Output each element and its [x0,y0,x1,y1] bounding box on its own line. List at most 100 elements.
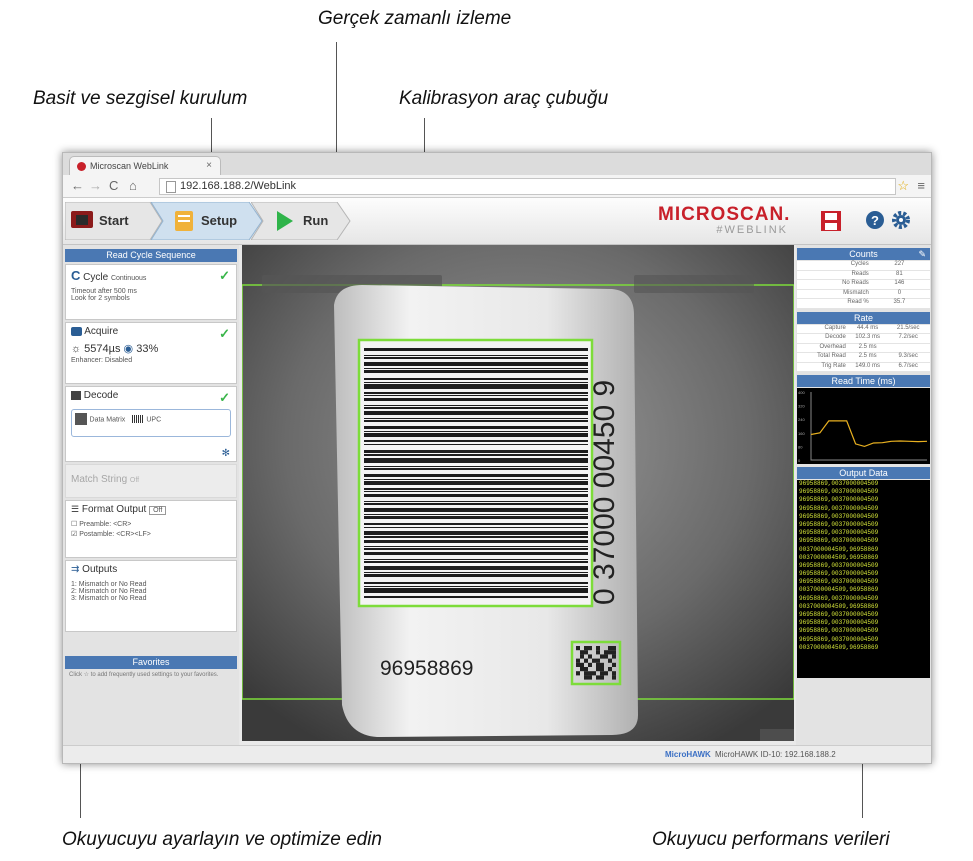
datamatrix-cell [592,671,596,676]
forward-icon[interactable]: → [89,178,102,194]
barcode-bar [364,398,588,401]
stat-value: 44.4 ms [856,324,879,331]
start-step-button[interactable]: Start [65,202,163,240]
exposure-value[interactable]: 5574µs [84,343,120,355]
acquire-card[interactable]: Acquire ✓ ☼ 5574µs ◉ 33% Enhancer: Disab… [65,322,237,384]
datamatrix-cell [612,662,616,667]
datamatrix-cell [612,646,616,651]
counts-table: Cycles 227 Reads 81 No Reads 146 Mismatch 0 Read… [797,261,930,309]
stat-value: 227 [894,261,905,267]
datamatrix-cell [608,667,612,672]
gear-icon[interactable] [891,210,911,230]
stat-label: Capture [824,324,846,331]
stat-value [889,344,930,353]
datamatrix-cell [600,654,604,659]
read-cycle-panel: Read Cycle Sequence C Cycle Continuous ✓… [63,245,239,745]
symbology-upc[interactable]: UPC [146,416,161,423]
barcode-bar [364,420,588,422]
outputs-card[interactable]: ⇉ Outputs 1: Mismatch or No Read 2: Mism… [65,560,237,632]
datamatrix-cell [588,654,592,659]
callout-setup: Basit ve sezgisel kurulum [33,88,248,109]
datamatrix-cell [584,675,588,680]
graph-tick-label: 400 [798,390,805,395]
stat-value: 7.2/sec [898,334,918,340]
output-row: 0037000004509,96958869 [799,643,879,651]
menu-icon[interactable]: ≡ [917,178,925,193]
output-row: 96958869,0037000004509 [799,619,879,627]
format-output-card[interactable]: ☰ Format Output Off ☐ Preamble: <CR> ☑ P… [65,500,237,558]
output-row: 96958869,0037000004509 [799,561,879,569]
page-icon [166,181,176,193]
barcode-bar [364,561,588,563]
barcode-bar [364,586,588,587]
setup-step-button[interactable]: Setup [151,202,263,240]
postamble-checkbox[interactable]: ☑ [71,531,77,538]
barcode-bar [364,582,588,584]
read-time-title: Read Time (ms) [797,375,930,387]
match-string-label: Match String [71,474,128,485]
barcode-bar [364,466,588,467]
edit-counts-icon[interactable]: ✎ [918,248,926,260]
bookmark-star-icon[interactable]: ☆ [897,178,909,194]
datamatrix-cell [596,662,600,667]
symbology-box[interactable]: Data Matrix UPC [71,409,231,437]
gain-value[interactable]: 33% [136,343,158,355]
svg-text:?: ? [871,213,879,228]
output-row: 0037000004509,96958869 [799,602,879,610]
stat-label: Read % [847,299,869,305]
symbology-datamatrix[interactable]: Data Matrix [90,416,126,423]
cycle-mode[interactable]: Continuous [111,275,146,282]
decode-icon [71,390,81,400]
run-step-button[interactable]: Run [251,202,351,240]
barcode-bar [364,384,588,389]
decode-check-icon: ✓ [219,390,230,405]
barcode-number: 96958869 [380,657,473,680]
stat-row: No Reads 146 [797,280,930,290]
tab-title: Microscan WebLink [90,161,169,171]
save-icon[interactable] [820,210,842,232]
datamatrix-cell [612,650,616,655]
url-text: 192.168.188.2/WebLink [180,180,296,192]
enhancer-status: Enhancer: Disabled [71,357,133,364]
barcode-bar [364,523,588,525]
output-2[interactable]: 2: Mismatch or No Read [71,588,231,595]
image-toolbar[interactable] [634,275,754,293]
stat-value: 102.3 ms [855,334,880,340]
format-output-icon: ☰ [71,504,80,514]
upc-digits: 0 37000 00450 9 [588,380,621,605]
reload-icon[interactable]: C [109,178,118,194]
decode-card[interactable]: Decode ✓ Data Matrix UPC ✻ [65,386,237,462]
barcode-bar [364,357,588,359]
match-string-card[interactable]: Match String Off [65,464,237,498]
stat-label: Cycles [850,261,869,267]
output-row: 96958869,0037000004509 [799,480,879,487]
live-camera-feed[interactable]: 0 37000 00450 9 96958869 [242,245,794,741]
barcode-bar [364,501,588,502]
back-icon[interactable]: ← [71,178,84,194]
datamatrix-cell [596,658,600,663]
setup-label: Setup [201,213,238,228]
close-tab-icon[interactable]: × [206,160,212,171]
output-1[interactable]: 1: Mismatch or No Read [71,581,231,588]
outputs-label: Outputs [82,564,118,575]
browser-tab[interactable]: Microscan WebLink × [69,156,221,176]
decode-settings-gear-icon[interactable]: ✻ [222,448,230,459]
output-data-list[interactable]: 96958869,0037000004509 96958869,003700000… [797,480,930,678]
preamble-checkbox[interactable]: ☐ [71,521,77,528]
help-icon[interactable]: ? [865,210,885,230]
decode-label: Decode [83,390,119,401]
url-field[interactable]: 192.168.188.2/WebLink [159,178,896,195]
start-label: Start [99,213,129,228]
cycle-card[interactable]: C Cycle Continuous ✓ Timeout after 500 m… [65,264,237,320]
rate-title: Rate [797,311,930,324]
output-3[interactable]: 3: Mismatch or No Read [71,595,231,602]
format-output-toggle[interactable]: Off [149,506,167,515]
barcode-bar [364,450,588,453]
barcode-bar [364,514,588,515]
exposure-icon: ☼ [71,343,82,355]
barcode-bar [364,405,588,406]
home-icon[interactable]: ⌂ [129,178,137,194]
barcode-bar [364,444,588,445]
barcode-bar [364,355,588,356]
datamatrix-cell [612,671,616,676]
